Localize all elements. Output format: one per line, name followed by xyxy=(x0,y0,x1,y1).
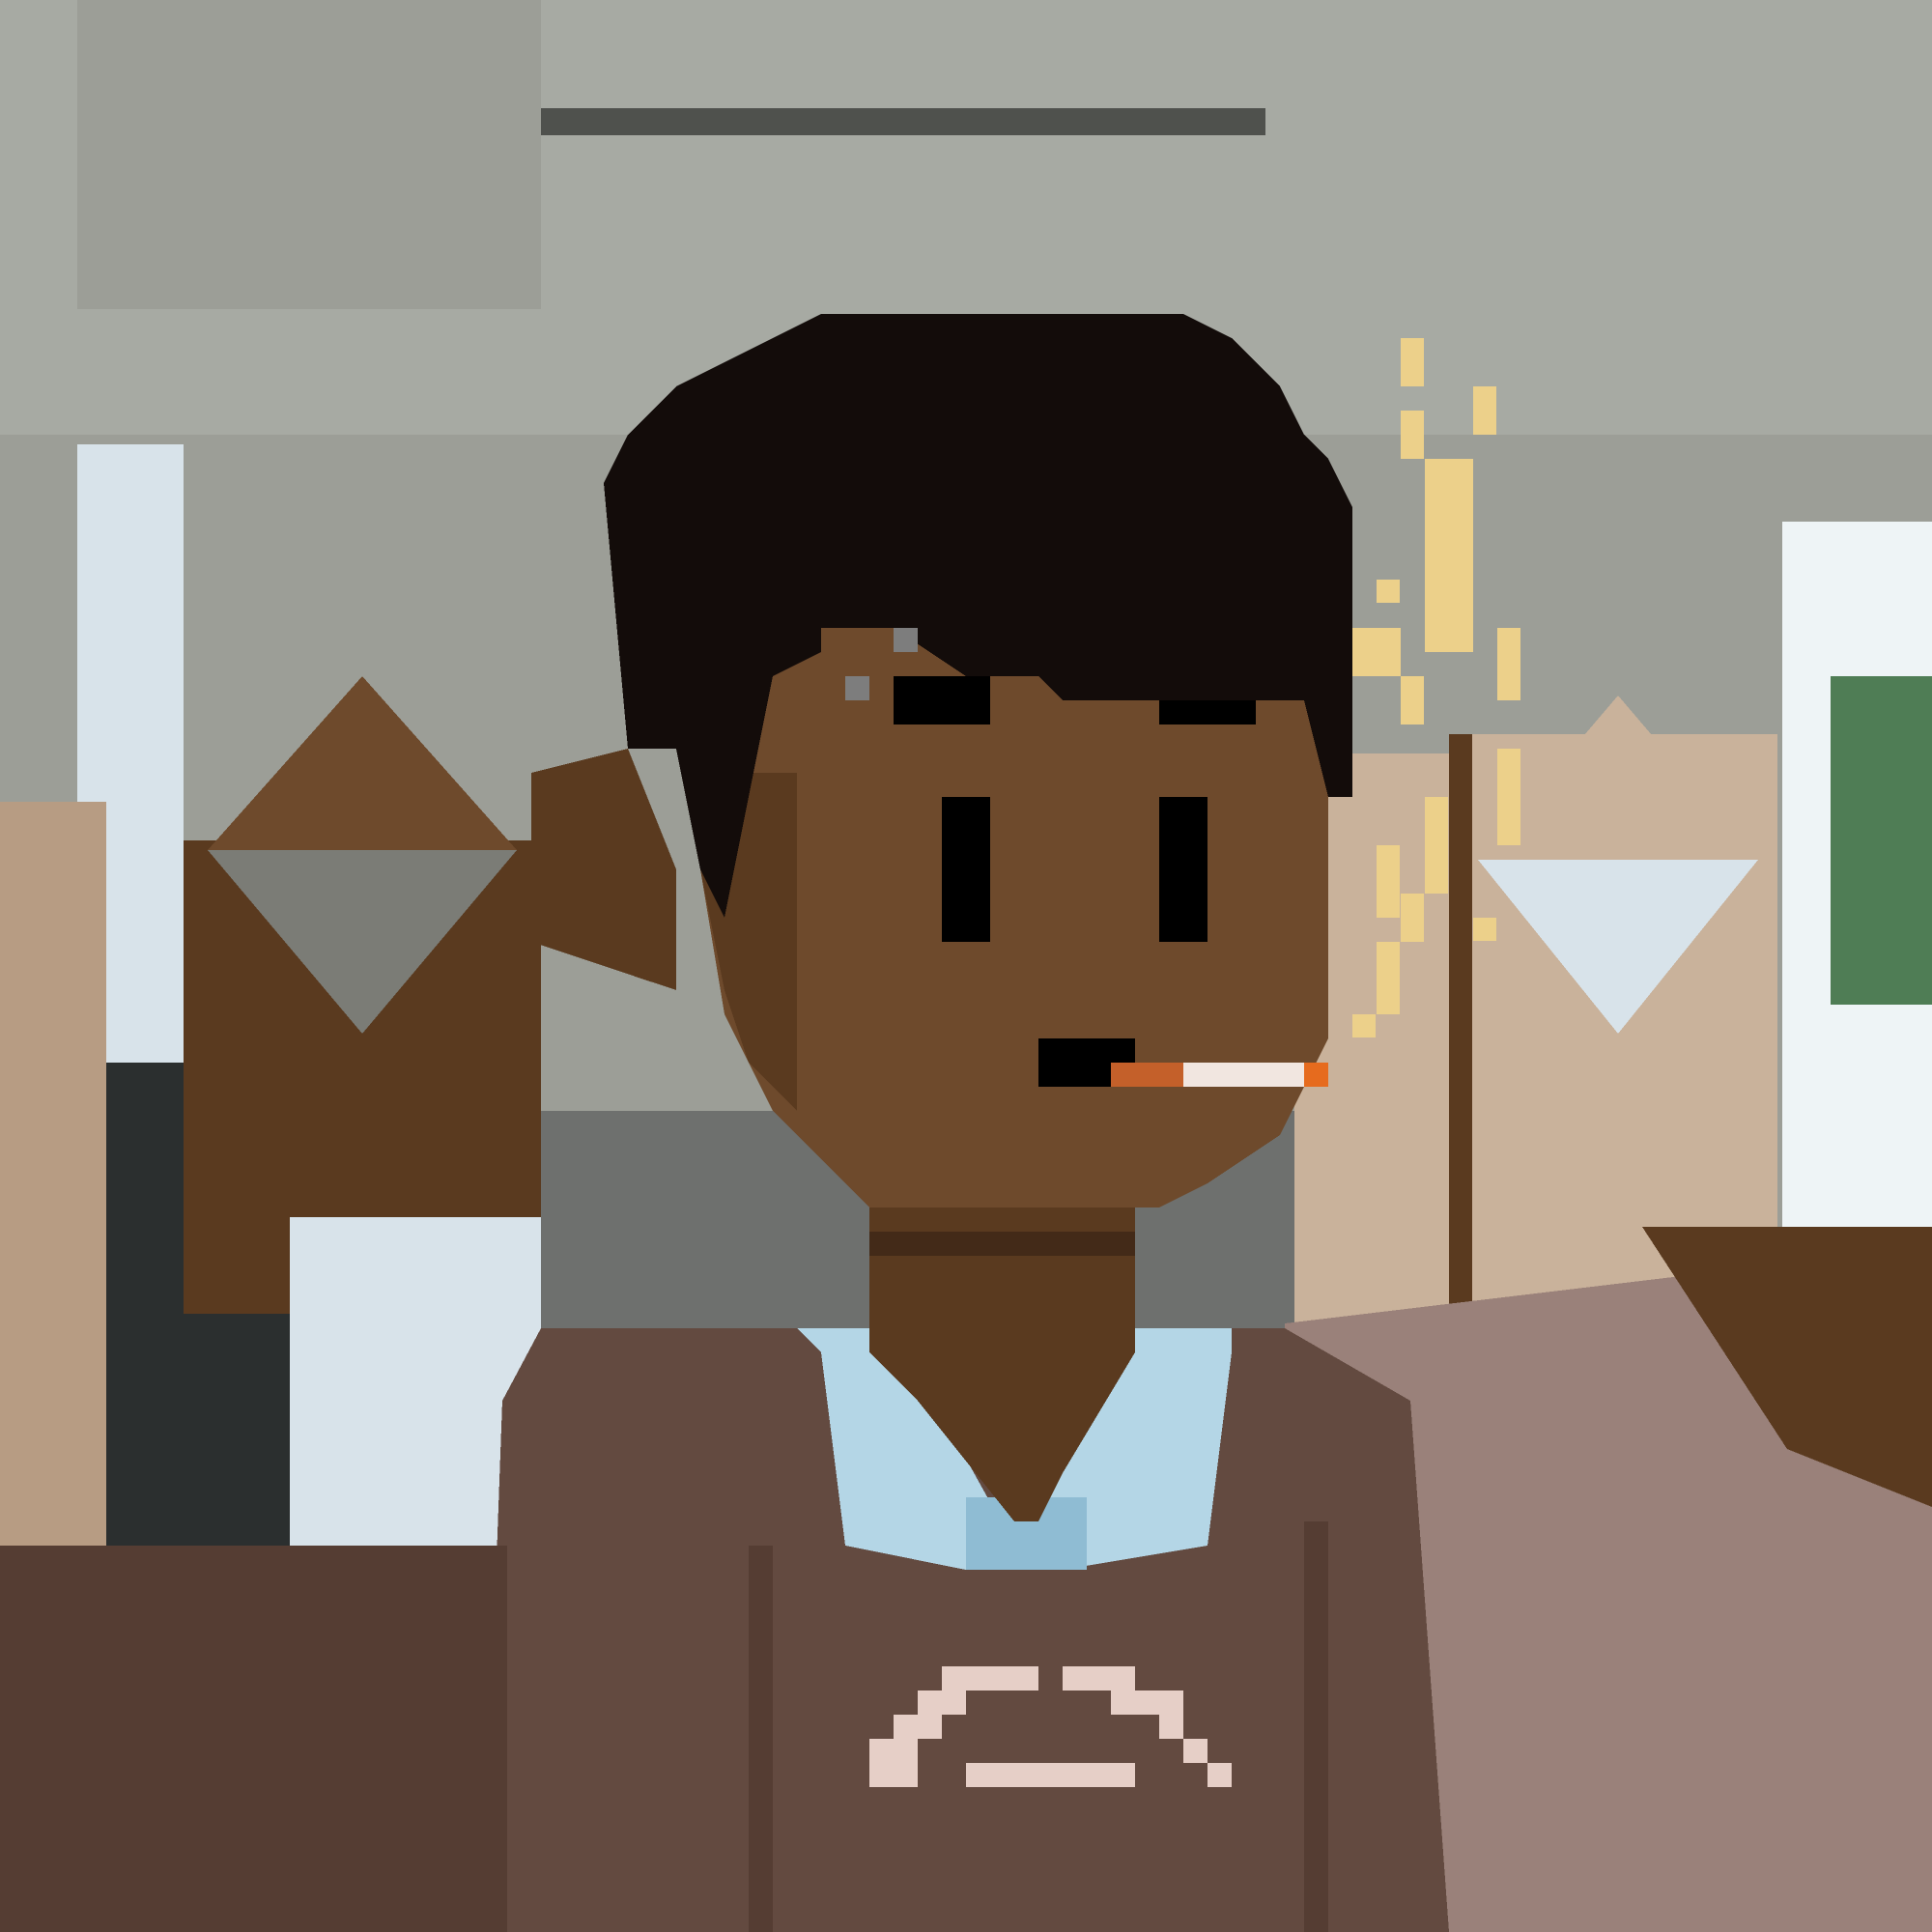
hair-highlight xyxy=(894,628,918,652)
shirt-fold-left xyxy=(483,1546,507,1932)
smoke-puff xyxy=(1377,942,1400,1014)
eyebrow-right xyxy=(1159,700,1256,724)
smoke-puff xyxy=(1497,749,1520,845)
eye-right xyxy=(1159,797,1208,942)
smoke-puff xyxy=(1401,894,1424,942)
shirt-fold-mid-right xyxy=(1304,1521,1328,1932)
cigarette-paper xyxy=(1183,1063,1304,1087)
neck-shadow xyxy=(869,1232,1135,1256)
shirt-print xyxy=(918,1690,966,1715)
shirt-print xyxy=(1208,1763,1232,1787)
shirt-print xyxy=(1063,1666,1135,1690)
eye-left xyxy=(942,797,990,942)
smoke-puff xyxy=(1377,580,1400,603)
right-wood-post xyxy=(1449,734,1472,1343)
cigarette xyxy=(1111,1063,1328,1087)
cigarette-ember xyxy=(1304,1063,1328,1087)
floor-left xyxy=(0,1546,541,1932)
portrait-canvas xyxy=(0,0,1932,1932)
shirt-print xyxy=(869,1739,918,1787)
shirt-print xyxy=(1159,1715,1183,1739)
smoke-puff xyxy=(1425,459,1473,652)
smoke-puff xyxy=(1352,1014,1376,1037)
shirt-fold-mid-left xyxy=(749,1546,773,1932)
smoke-puff xyxy=(1473,386,1496,435)
right-window-plant xyxy=(1831,676,1932,1005)
smoke-puff xyxy=(1352,628,1401,676)
smoke-puff xyxy=(1425,797,1448,894)
eyebrow-left xyxy=(894,676,990,724)
hair-highlight xyxy=(845,676,869,700)
shirt-print xyxy=(1183,1739,1208,1763)
ceiling-slope-left xyxy=(77,0,541,309)
smoke-puff xyxy=(1401,411,1424,459)
ceiling-beam xyxy=(415,108,1265,135)
smoke-puff xyxy=(1401,676,1424,724)
smoke-puff xyxy=(1473,918,1496,941)
cigarette-filter xyxy=(1111,1063,1183,1087)
smoke-puff xyxy=(1401,338,1424,386)
shirt-print xyxy=(1111,1690,1183,1715)
shirt-print xyxy=(942,1666,1038,1690)
smoke-puff xyxy=(1377,845,1400,918)
smoke-puff xyxy=(1497,628,1520,700)
shirt-print xyxy=(966,1763,1135,1787)
pixel-portrait xyxy=(0,0,1932,1932)
shirt-print xyxy=(894,1715,942,1739)
